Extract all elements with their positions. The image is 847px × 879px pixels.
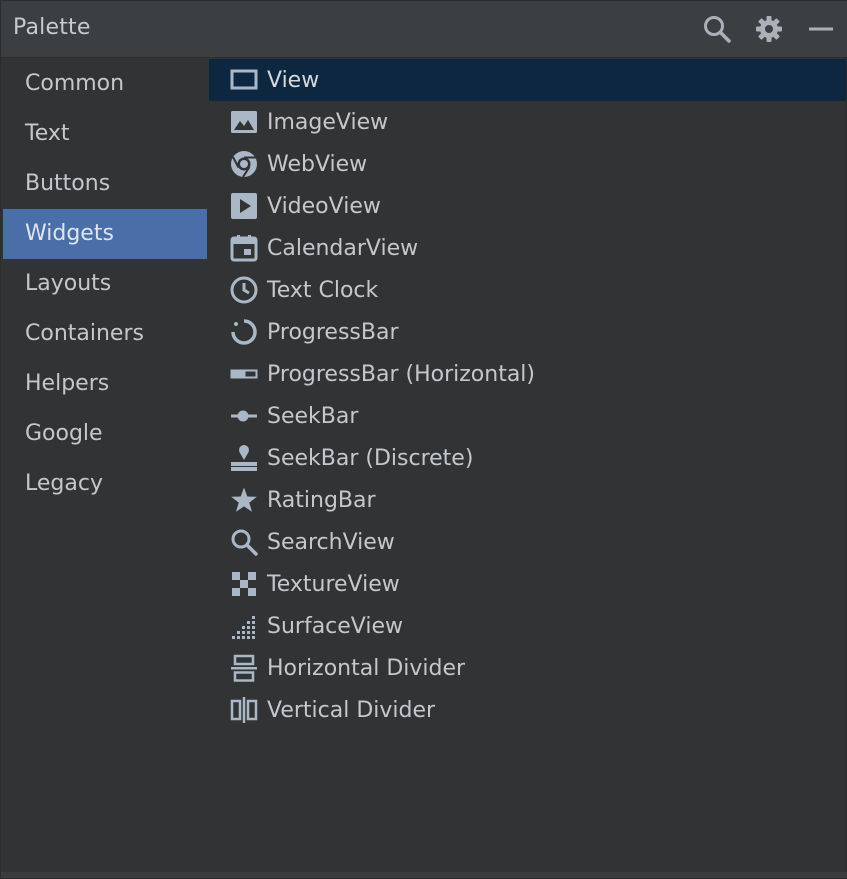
settings-button[interactable] bbox=[752, 12, 786, 46]
widget-item-calendarview[interactable]: CalendarView bbox=[209, 227, 846, 269]
widget-label: SeekBar (Discrete) bbox=[267, 445, 474, 471]
widget-label: SearchView bbox=[267, 529, 395, 555]
widget-label: ImageView bbox=[267, 109, 389, 135]
category-helpers[interactable]: Helpers bbox=[3, 359, 207, 409]
progress-horizontal-icon bbox=[229, 359, 259, 389]
widget-item-surfaceview[interactable]: SurfaceView bbox=[209, 605, 846, 647]
category-list: Common Text Buttons Widgets Layouts Cont… bbox=[3, 59, 207, 874]
widget-label: ProgressBar (Horizontal) bbox=[267, 361, 535, 387]
search-icon bbox=[229, 527, 259, 557]
category-buttons[interactable]: Buttons bbox=[3, 159, 207, 209]
category-google[interactable]: Google bbox=[3, 409, 207, 459]
web-icon bbox=[229, 149, 259, 179]
widget-item-searchview[interactable]: SearchView bbox=[209, 521, 846, 563]
widget-label: CalendarView bbox=[267, 235, 419, 261]
palette-panel: Palette Common Text Buttons Widgets Layo… bbox=[0, 0, 847, 879]
video-icon bbox=[229, 191, 259, 221]
widget-item-textclock[interactable]: Text Clock bbox=[209, 269, 846, 311]
widget-label: WebView bbox=[267, 151, 368, 177]
bottom-border bbox=[1, 872, 847, 878]
widget-item-imageview[interactable]: ImageView bbox=[209, 101, 846, 143]
widget-list: View ImageView WebView VideoView Calenda… bbox=[209, 59, 846, 874]
widget-label: SurfaceView bbox=[267, 613, 404, 639]
widget-item-horizontal-divider[interactable]: Horizontal Divider bbox=[209, 647, 846, 689]
category-widgets[interactable]: Widgets bbox=[3, 209, 207, 259]
category-common[interactable]: Common bbox=[3, 59, 207, 109]
vertical-divider-icon bbox=[229, 695, 259, 725]
panel-title: Palette bbox=[13, 15, 91, 40]
widget-label: ProgressBar bbox=[267, 319, 399, 345]
category-text[interactable]: Text bbox=[3, 109, 207, 159]
widget-item-view[interactable]: View bbox=[209, 59, 846, 101]
surface-icon bbox=[229, 611, 259, 641]
widget-label: VideoView bbox=[267, 193, 381, 219]
minimize-icon bbox=[808, 16, 834, 42]
clock-icon bbox=[229, 275, 259, 305]
seekbar-icon bbox=[229, 401, 259, 431]
widget-label: Horizontal Divider bbox=[267, 655, 466, 681]
category-containers[interactable]: Containers bbox=[3, 309, 207, 359]
gear-icon bbox=[755, 15, 783, 43]
horizontal-divider-icon bbox=[229, 653, 259, 683]
widget-item-vertical-divider[interactable]: Vertical Divider bbox=[209, 689, 846, 731]
widget-item-progressbar[interactable]: ProgressBar bbox=[209, 311, 846, 353]
seekbar-discrete-icon bbox=[229, 443, 259, 473]
progress-circle-icon bbox=[229, 317, 259, 347]
minimize-button[interactable] bbox=[804, 12, 838, 46]
widget-item-textureview[interactable]: TextureView bbox=[209, 563, 846, 605]
widget-item-seekbar-discrete[interactable]: SeekBar (Discrete) bbox=[209, 437, 846, 479]
star-icon bbox=[229, 485, 259, 515]
calendar-icon bbox=[229, 233, 259, 263]
image-icon bbox=[229, 107, 259, 137]
widget-item-webview[interactable]: WebView bbox=[209, 143, 846, 185]
palette-header: Palette bbox=[1, 1, 847, 58]
widget-label: Vertical Divider bbox=[267, 697, 436, 723]
texture-icon bbox=[229, 569, 259, 599]
widget-item-seekbar[interactable]: SeekBar bbox=[209, 395, 846, 437]
widget-label: SeekBar bbox=[267, 403, 359, 429]
search-icon bbox=[702, 14, 732, 44]
category-layouts[interactable]: Layouts bbox=[3, 259, 207, 309]
widget-label: View bbox=[267, 67, 320, 93]
widget-label: RatingBar bbox=[267, 487, 376, 513]
category-legacy[interactable]: Legacy bbox=[3, 459, 207, 509]
widget-item-progressbar-horizontal[interactable]: ProgressBar (Horizontal) bbox=[209, 353, 846, 395]
widget-label: TextureView bbox=[267, 571, 400, 597]
view-icon bbox=[229, 65, 259, 95]
widget-item-videoview[interactable]: VideoView bbox=[209, 185, 846, 227]
widget-label: Text Clock bbox=[267, 277, 379, 303]
search-button[interactable] bbox=[700, 12, 734, 46]
widget-item-ratingbar[interactable]: RatingBar bbox=[209, 479, 846, 521]
